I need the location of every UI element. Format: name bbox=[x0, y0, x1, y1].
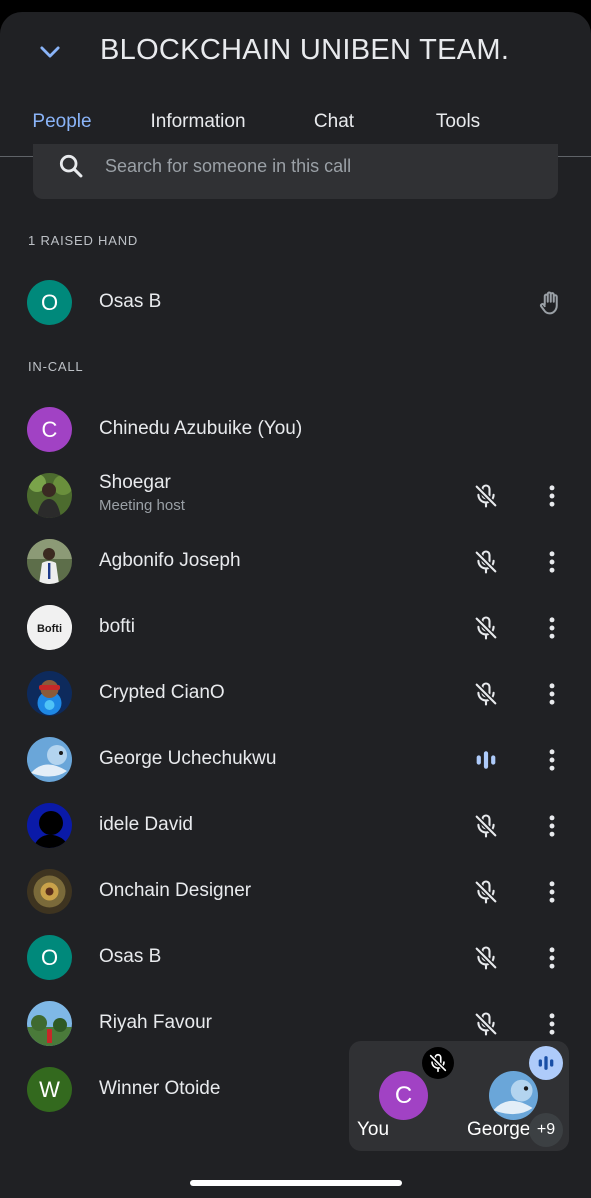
participant-row[interactable]: Crypted CianO bbox=[0, 664, 591, 724]
avatar bbox=[27, 473, 72, 518]
mic-off-icon bbox=[474, 814, 498, 838]
more-vert-icon[interactable] bbox=[538, 548, 566, 576]
mic-off-icon bbox=[474, 550, 498, 574]
self-view-tile[interactable]: C You George +9 bbox=[349, 1041, 569, 1151]
more-vert-icon[interactable] bbox=[538, 746, 566, 774]
mic-off-icon bbox=[474, 484, 498, 508]
avatar bbox=[27, 1001, 72, 1046]
self-label: You bbox=[357, 1119, 390, 1140]
header: BLOCKCHAIN UNIBEN TEAM. bbox=[0, 12, 591, 92]
raised-hand-row[interactable]: O Osas B bbox=[0, 273, 591, 333]
more-participants-badge: +9 bbox=[529, 1113, 563, 1147]
participant-row[interactable]: Onchain Designer bbox=[0, 862, 591, 922]
search-bar[interactable] bbox=[33, 144, 558, 199]
meeting-title: BLOCKCHAIN UNIBEN TEAM. bbox=[100, 34, 510, 66]
mic-off-icon bbox=[474, 880, 498, 904]
avatar: O bbox=[27, 935, 72, 980]
participant-row[interactable]: George Uchechukwu bbox=[0, 730, 591, 790]
self-avatar: C bbox=[379, 1071, 428, 1120]
participant-name: Chinedu Azubuike (You) bbox=[99, 418, 303, 439]
in-call-section-label: IN-CALL bbox=[28, 359, 84, 374]
more-vert-icon[interactable] bbox=[538, 878, 566, 906]
participant-name: Crypted CianO bbox=[99, 682, 225, 703]
more-vert-icon[interactable] bbox=[538, 614, 566, 642]
participant-row[interactable]: idele David bbox=[0, 796, 591, 856]
participant-name: idele David bbox=[99, 814, 193, 835]
people-panel: BLOCKCHAIN UNIBEN TEAM. People Informati… bbox=[0, 12, 591, 1198]
chevron-down-icon bbox=[40, 46, 60, 58]
participant-name: Agbonifo Joseph bbox=[99, 550, 241, 571]
participant-row[interactable]: Shoegar Meeting host bbox=[0, 466, 591, 526]
mic-off-icon bbox=[474, 1012, 498, 1036]
participant-name: Onchain Designer bbox=[99, 880, 252, 901]
mic-off-icon bbox=[474, 946, 498, 970]
more-vert-icon[interactable] bbox=[538, 812, 566, 840]
avatar: O bbox=[27, 280, 72, 325]
more-vert-icon[interactable] bbox=[538, 944, 566, 972]
more-vert-icon[interactable] bbox=[538, 680, 566, 708]
mic-off-icon bbox=[422, 1047, 454, 1079]
participant-name: George Uchechukwu bbox=[99, 748, 277, 769]
home-indicator[interactable] bbox=[190, 1180, 402, 1186]
participant-row[interactable]: O Osas B bbox=[0, 928, 591, 988]
bofti-logo: Bofti bbox=[37, 623, 62, 635]
participant-row[interactable]: Bofti bofti bbox=[0, 598, 591, 658]
avatar: Bofti bbox=[27, 605, 72, 650]
participant-row[interactable]: C Chinedu Azubuike (You) bbox=[0, 400, 591, 460]
participant-name: Osas B bbox=[99, 291, 162, 312]
avatar bbox=[27, 737, 72, 782]
mic-off-icon bbox=[474, 682, 498, 706]
search-icon bbox=[59, 154, 83, 178]
active-speaker-label: George bbox=[467, 1119, 531, 1140]
raised-hand-icon[interactable] bbox=[536, 288, 566, 318]
avatar: W bbox=[27, 1067, 72, 1112]
avatar bbox=[27, 671, 72, 716]
participant-row[interactable]: Agbonifo Joseph bbox=[0, 532, 591, 592]
participant-name: Shoegar bbox=[99, 472, 171, 493]
participant-name: bofti bbox=[99, 616, 135, 637]
speaking-indicator-icon bbox=[529, 1046, 563, 1080]
participant-name: Riyah Favour bbox=[99, 1012, 212, 1033]
avatar bbox=[27, 869, 72, 914]
raised-hand-section-label: 1 RAISED HAND bbox=[28, 233, 139, 248]
participant-name: Winner Otoide bbox=[99, 1078, 221, 1099]
avatar bbox=[27, 803, 72, 848]
active-speaker-avatar bbox=[489, 1071, 538, 1120]
mic-off-icon bbox=[474, 616, 498, 640]
search-input[interactable] bbox=[103, 150, 527, 182]
participant-role: Meeting host bbox=[99, 497, 185, 514]
more-vert-icon[interactable] bbox=[538, 482, 566, 510]
speaking-indicator-icon bbox=[476, 751, 496, 769]
collapse-button[interactable] bbox=[30, 34, 70, 70]
avatar bbox=[27, 539, 72, 584]
more-vert-icon[interactable] bbox=[538, 1010, 566, 1038]
avatar: C bbox=[27, 407, 72, 452]
participant-name: Osas B bbox=[99, 946, 162, 967]
